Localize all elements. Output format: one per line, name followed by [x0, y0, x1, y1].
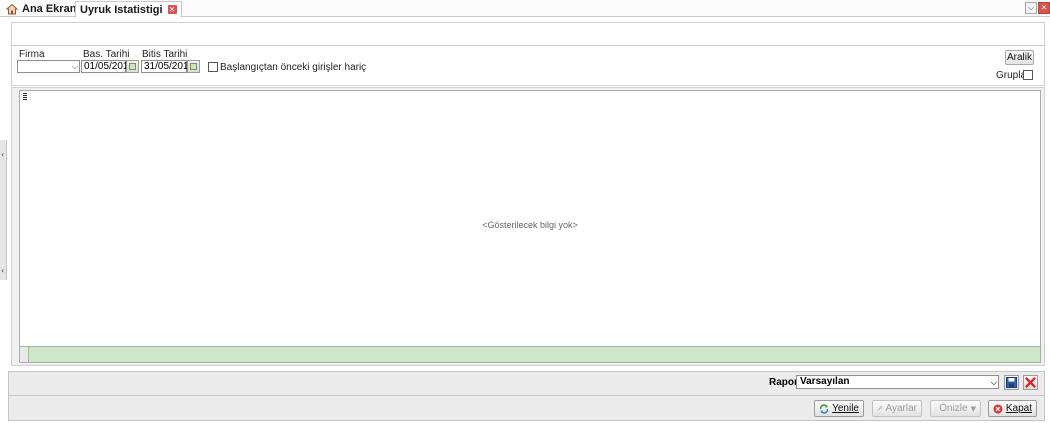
top-panel: [11, 22, 1045, 46]
data-grid[interactable]: [19, 90, 1041, 347]
yenile-label: Yenile: [832, 403, 859, 414]
aralik-button[interactable]: Aralik: [1005, 50, 1034, 65]
tab-home-label: Ana Ekran: [22, 3, 77, 15]
close-tab-icon[interactable]: ✕: [167, 5, 177, 14]
chevron-left-icon[interactable]: ‹: [1, 266, 4, 275]
bas-tarihi-input[interactable]: 01/05/2017: [81, 60, 134, 73]
bas-tarihi-label: Bas. Tarihi: [83, 49, 130, 60]
firma-combo[interactable]: ⌵: [17, 60, 80, 73]
close-window-icon[interactable]: ✕: [1038, 2, 1050, 14]
ayarlar-button[interactable]: Ayarlar: [872, 400, 922, 417]
calendar-icon[interactable]: [187, 60, 200, 73]
chevron-down-icon[interactable]: ⌵: [1025, 2, 1037, 14]
close-icon: [993, 403, 1003, 414]
bitis-tarihi-label: Bitis Tarihi: [142, 49, 188, 60]
grupla-label: Grupla: [996, 70, 1027, 81]
grid-footer: [19, 346, 1041, 363]
column-menu-icon[interactable]: [23, 93, 28, 101]
preview-icon: [935, 407, 937, 410]
tab-active-label: Uyruk Istatistigi: [80, 3, 163, 16]
onizle-label: Önizle: [939, 403, 968, 414]
exclude-checkbox[interactable]: [208, 62, 218, 72]
yenile-button[interactable]: Yenile: [814, 400, 864, 417]
side-collapse-strip[interactable]: ‹ ‹: [0, 140, 7, 280]
onizle-button[interactable]: Önizle ▼: [930, 400, 981, 417]
wrench-icon: [877, 405, 883, 411]
grupla-checkbox[interactable]: [1023, 70, 1033, 80]
calendar-icon[interactable]: [126, 60, 139, 73]
exclude-label: Başlangıçtan önceki girişler hariç: [220, 62, 367, 73]
bitis-tarihi-input[interactable]: 31/05/2017: [141, 60, 194, 73]
tab-home[interactable]: Ana Ekran: [6, 1, 76, 17]
chevron-down-icon[interactable]: ▼: [971, 405, 976, 413]
grid-footer-indicator: [19, 346, 29, 363]
rapor-combo[interactable]: Varsayılan ⌵: [796, 375, 999, 389]
firma-label: Firma: [19, 49, 45, 60]
save-icon: [1006, 377, 1017, 388]
chevron-left-icon[interactable]: ‹: [1, 150, 4, 159]
aralik-label: Aralik: [1006, 52, 1032, 63]
home-icon: [6, 3, 18, 15]
delete-report-button[interactable]: [1023, 375, 1038, 390]
ayarlar-label: Ayarlar: [885, 403, 918, 414]
kapat-button[interactable]: Kapat: [988, 400, 1037, 417]
save-report-button[interactable]: [1004, 375, 1019, 390]
kapat-label: Kapat: [1005, 403, 1032, 414]
refresh-icon: [819, 403, 829, 414]
rapor-value: Varsayılan: [800, 376, 850, 387]
delete-icon: [1025, 377, 1036, 388]
tab-bar: Ana Ekran Uyruk Istatistigi ✕ ⌵ ✕: [0, 0, 1050, 18]
rapor-label: Rapor: [769, 377, 798, 388]
tab-uyruk-istatistigi[interactable]: Uyruk Istatistigi ✕: [75, 1, 182, 18]
empty-message: <Gösterilecek bilgi yok>: [482, 220, 578, 230]
chevron-down-icon[interactable]: ⌵: [72, 61, 78, 73]
chevron-down-icon[interactable]: ⌵: [991, 377, 997, 389]
